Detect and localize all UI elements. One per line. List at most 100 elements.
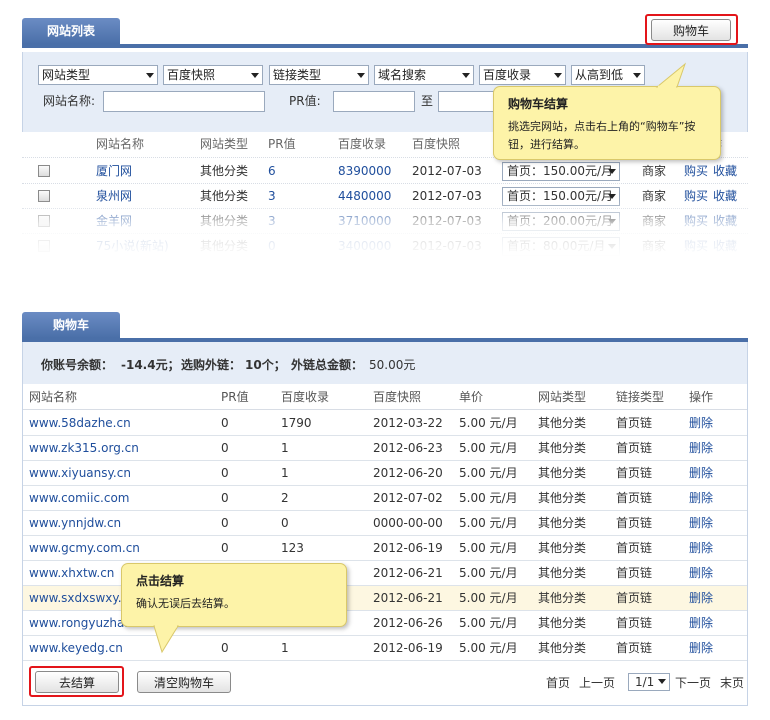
cart-type: 其他分类 xyxy=(538,516,587,530)
buy-link[interactable]: 购买 xyxy=(684,234,708,259)
baidu-snapshot-select[interactable]: 百度快照 xyxy=(163,65,263,85)
cart-snapshot: 2012-03-22 xyxy=(373,416,443,430)
pr-label: PR值: xyxy=(289,94,321,108)
price-value: 首页：150.00元/月 xyxy=(507,164,614,178)
table-row: www.xiyuansy.cn 0 1 2012-06-20 5.00 元/月 … xyxy=(23,461,747,486)
row-checkbox[interactable] xyxy=(38,165,50,177)
table-row: 厦门网 其他分类 6 8390000 2012-07-03 首页：150.00元… xyxy=(22,159,748,184)
balance-label: 你账号余额： xyxy=(41,358,114,372)
delete-link[interactable]: 删除 xyxy=(689,436,713,461)
cart-pr: 0 xyxy=(221,416,229,430)
col-link-type: 链接类型 xyxy=(616,390,665,404)
delete-link[interactable]: 删除 xyxy=(689,636,713,661)
tab-cart[interactable]: 购物车 xyxy=(22,312,120,338)
delete-link[interactable]: 删除 xyxy=(689,611,713,636)
cart-link-type: 首页链 xyxy=(616,616,653,630)
delete-link[interactable]: 删除 xyxy=(689,411,713,436)
balance-value: -14.4元； xyxy=(121,358,180,372)
chevron-down-icon xyxy=(608,244,616,249)
delete-link[interactable]: 删除 xyxy=(689,586,713,611)
cart-site-link[interactable]: www.xiyuansy.cn xyxy=(29,461,131,486)
cart-index: 1 xyxy=(281,466,289,480)
table-row: www.gcmy.com.cn 0 123 2012-06-19 5.00 元/… xyxy=(23,536,747,561)
table-row: 泉州网 其他分类 3 4480000 2012-07-03 首页：150.00元… xyxy=(22,184,748,209)
cart-button-highlight xyxy=(645,14,738,45)
cart-index: 123 xyxy=(281,541,304,555)
cart-index: 0 xyxy=(281,516,289,530)
baidu-index-select[interactable]: 百度收录 xyxy=(479,65,566,85)
delete-link[interactable]: 删除 xyxy=(689,561,713,586)
delete-link[interactable]: 删除 xyxy=(689,536,713,561)
table-row: www.keyedg.cn 0 1 2012-06-19 5.00 元/月 其他… xyxy=(23,636,747,661)
sort-order-value: 从高到低 xyxy=(575,68,624,82)
price-select[interactable]: 首页：150.00元/月 xyxy=(502,187,620,206)
cart-price: 5.00 元/月 xyxy=(459,641,518,655)
site-name-input[interactable] xyxy=(103,91,265,112)
cart-snapshot: 2012-06-19 xyxy=(373,541,443,555)
cart-type: 其他分类 xyxy=(538,466,587,480)
baidu-index: 8390000 xyxy=(338,164,392,178)
pr-value: 3 xyxy=(268,189,276,203)
row-checkbox[interactable] xyxy=(38,190,50,202)
site-type-select[interactable]: 网站类型 xyxy=(38,65,158,85)
cart-link-type: 首页链 xyxy=(616,641,653,655)
site-name-link[interactable]: 金羊网 xyxy=(96,209,132,234)
cart-pr: 0 xyxy=(221,491,229,505)
buy-link[interactable]: 购买 xyxy=(684,159,708,184)
domain-search-select[interactable]: 域名搜索 xyxy=(374,65,474,85)
col-baidu-index: 百度收录 xyxy=(281,390,330,404)
cart-site-link[interactable]: www.ynnjdw.cn xyxy=(29,511,121,536)
site-name-link[interactable]: 75小说(新站) xyxy=(96,234,169,259)
pager-first[interactable]: 首页 xyxy=(546,674,570,691)
row-checkbox[interactable] xyxy=(38,240,50,252)
cart-snapshot: 2012-06-21 xyxy=(373,566,443,580)
price-select[interactable]: 首页：80.00元/月 xyxy=(502,237,620,256)
tooltip-pointer xyxy=(153,624,179,654)
cart-price: 5.00 元/月 xyxy=(459,616,518,630)
delete-link[interactable]: 删除 xyxy=(689,486,713,511)
delete-link[interactable]: 删除 xyxy=(689,461,713,486)
link-type-select[interactable]: 链接类型 xyxy=(269,65,369,85)
pager-last[interactable]: 末页 xyxy=(720,674,744,691)
cart-snapshot: 2012-06-21 xyxy=(373,591,443,605)
table-row: www.zk315.org.cn 0 1 2012-06-23 5.00 元/月… xyxy=(23,436,747,461)
baidu-index: 3400000 xyxy=(338,239,392,253)
row-checkbox[interactable] xyxy=(38,215,50,227)
baidu-snapshot-value: 百度快照 xyxy=(167,68,216,82)
cart-site-link[interactable]: www.keyedg.cn xyxy=(29,636,123,661)
cart-snapshot: 2012-06-20 xyxy=(373,466,443,480)
favorite-link[interactable]: 收藏 xyxy=(713,209,737,234)
site-name-link[interactable]: 泉州网 xyxy=(96,184,132,209)
pr-min-input[interactable] xyxy=(333,91,415,112)
price-select[interactable]: 首页：200.00元/月 xyxy=(502,212,620,231)
cart-site-link[interactable]: www.xhxtw.cn xyxy=(29,561,114,586)
cart-site-link[interactable]: www.58dazhe.cn xyxy=(29,411,131,436)
sort-order-select[interactable]: 从高到低 xyxy=(571,65,645,85)
site-name-link[interactable]: 厦门网 xyxy=(96,159,132,184)
clear-cart-button[interactable]: 清空购物车 xyxy=(137,671,231,693)
cart-site-link[interactable]: www.comiic.com xyxy=(29,486,130,511)
buy-link[interactable]: 购买 xyxy=(684,209,708,234)
favorite-link[interactable]: 收藏 xyxy=(713,184,737,209)
page-select[interactable]: 1/1 xyxy=(628,673,670,691)
tooltip-body: 确认无误后去结算。 xyxy=(136,597,235,610)
selected-label: 选购外链： xyxy=(181,358,242,372)
site-type: 其他分类 xyxy=(200,164,249,178)
col-baidu-index: 百度收录 xyxy=(338,137,387,151)
to-label: 至 xyxy=(421,94,434,108)
tab-site-list[interactable]: 网站列表 xyxy=(22,18,120,44)
buy-link[interactable]: 购买 xyxy=(684,184,708,209)
col-pr: PR值 xyxy=(268,137,296,151)
cart-site-link[interactable]: www.gcmy.com.cn xyxy=(29,536,140,561)
cart-site-link[interactable]: www.zk315.org.cn xyxy=(29,436,139,461)
pager-next[interactable]: 下一页 xyxy=(675,674,711,691)
favorite-link[interactable]: 收藏 xyxy=(713,234,737,259)
price-select[interactable]: 首页：150.00元/月 xyxy=(502,162,620,181)
pager-prev[interactable]: 上一页 xyxy=(579,674,615,691)
favorite-link[interactable]: 收藏 xyxy=(713,159,737,184)
cart-link-type: 首页链 xyxy=(616,441,653,455)
cart-site-link[interactable]: www.sxdxswxy.cn xyxy=(29,586,136,611)
col-actions: 操作 xyxy=(689,390,714,404)
delete-link[interactable]: 删除 xyxy=(689,511,713,536)
cart-pr: 0 xyxy=(221,641,229,655)
